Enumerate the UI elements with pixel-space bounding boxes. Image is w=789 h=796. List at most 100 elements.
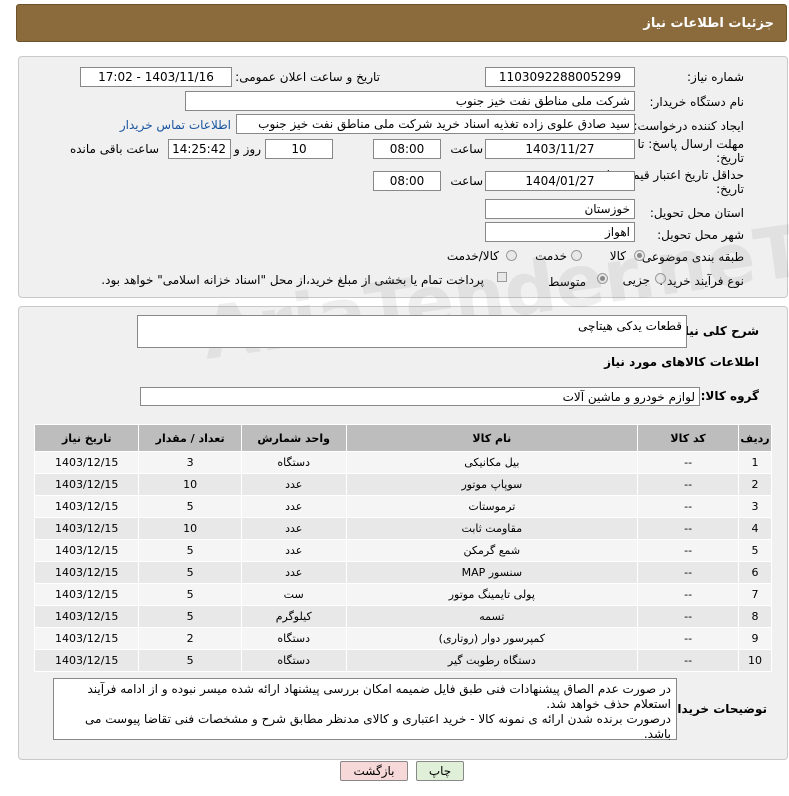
- cell-date: 1403/12/15: [33, 627, 140, 650]
- cell-date: 1403/12/15: [33, 561, 140, 584]
- page-header: جزئیات اطلاعات نیاز: [16, 4, 787, 42]
- category-option-both: کالا/خدمت: [446, 249, 499, 263]
- category-radio-service[interactable]: [571, 250, 582, 261]
- cell-name: تسمه: [345, 605, 639, 628]
- cell-date: 1403/12/15: [33, 649, 140, 672]
- days-label: روز و: [234, 142, 261, 156]
- table-row: 5 -- شمع گرمکن عدد 5 1403/12/15: [33, 539, 772, 562]
- group-label: گروه کالا:: [700, 389, 759, 403]
- validity-label-2: تاریخ:: [716, 182, 744, 196]
- cell-unit: دستگاه: [240, 649, 347, 672]
- requester-field[interactable]: سید صادق علوی زاده تغذیه اسناد خرید شرکت…: [236, 114, 635, 134]
- city-label: شهر محل تحویل:: [657, 228, 744, 242]
- deadline-time-label: ساعت: [450, 142, 483, 156]
- cell-date: 1403/12/15: [33, 451, 140, 474]
- remaining-label: ساعت باقی مانده: [69, 142, 159, 156]
- table-row: 6 -- سنسور MAP عدد 5 1403/12/15: [33, 561, 772, 584]
- table-row: 1 -- بیل مکانیکی دستگاه 3 1403/12/15: [33, 451, 772, 474]
- buyer-notes-label: توضیحات خریدار:: [665, 702, 767, 716]
- back-button[interactable]: بازگشت: [340, 761, 408, 781]
- need-number-field[interactable]: 1103092288005299: [485, 67, 635, 87]
- table-row: 3 -- ترموستات عدد 5 1403/12/15: [33, 495, 772, 518]
- table-row: 7 -- پولی تایمینگ موتور ست 5 1403/12/15: [33, 583, 772, 606]
- cell-code: --: [637, 583, 740, 606]
- page-title: جزئیات اطلاعات نیاز: [643, 15, 774, 31]
- cell-qty: 2: [138, 627, 242, 650]
- col-unit: واحد شمارش: [240, 424, 347, 452]
- cell-row: 1: [738, 451, 772, 474]
- requester-label: ایجاد کننده درخواست:: [633, 119, 744, 133]
- deadline-time-field[interactable]: 08:00: [373, 139, 441, 159]
- process-radio-medium[interactable]: [597, 273, 608, 284]
- cell-qty: 5: [138, 605, 242, 628]
- cell-name: پولی تایمینگ موتور: [345, 583, 639, 606]
- group-field[interactable]: لوازم خودرو و ماشین آلات: [140, 387, 700, 406]
- deadline-label: مهلت ارسال پاسخ: تا: [637, 137, 744, 151]
- cell-unit: ست: [240, 583, 347, 606]
- announce-field[interactable]: 1403/11/16 - 17:02: [80, 67, 232, 87]
- cell-code: --: [637, 605, 740, 628]
- cell-name: سوپاپ موتور: [345, 473, 639, 496]
- cell-date: 1403/12/15: [33, 473, 140, 496]
- col-row: ردیف: [738, 424, 772, 452]
- cell-name: دستگاه رطوبت گیر: [345, 649, 639, 672]
- cell-date: 1403/12/15: [33, 583, 140, 606]
- process-radio-minor[interactable]: [655, 273, 666, 284]
- cell-unit: عدد: [240, 517, 347, 540]
- cell-code: --: [637, 561, 740, 584]
- cell-row: 4: [738, 517, 772, 540]
- cell-row: 9: [738, 627, 772, 650]
- category-radio-both[interactable]: [506, 250, 517, 261]
- category-option-service: خدمت: [535, 249, 567, 263]
- col-code: کد کالا: [637, 424, 740, 452]
- process-option-medium: متوسط: [548, 275, 586, 289]
- items-table: ردیف کد کالا نام کالا واحد شمارش تعداد /…: [33, 424, 772, 672]
- cell-code: --: [637, 473, 740, 496]
- cell-row: 6: [738, 561, 772, 584]
- table-row: 2 -- سوپاپ موتور عدد 10 1403/12/15: [33, 473, 772, 496]
- cell-qty: 5: [138, 649, 242, 672]
- cell-code: --: [637, 517, 740, 540]
- cell-name: کمپرسور دوار (روتاری): [345, 627, 639, 650]
- buyer-field[interactable]: شرکت ملی مناطق نفت خیز جنوب: [185, 91, 635, 111]
- contact-link[interactable]: اطلاعات تماس خریدار: [120, 118, 231, 132]
- cell-code: --: [637, 649, 740, 672]
- province-field[interactable]: خوزستان: [485, 199, 635, 219]
- validity-date-field[interactable]: 1404/01/27: [485, 171, 635, 191]
- cell-name: ترموستات: [345, 495, 639, 518]
- table-row: 4 -- مقاومت ثابت عدد 10 1403/12/15: [33, 517, 772, 540]
- treasury-checkbox[interactable]: [497, 272, 507, 282]
- cell-unit: عدد: [240, 473, 347, 496]
- deadline-date-field[interactable]: 1403/11/27: [485, 139, 635, 159]
- validity-time-label: ساعت: [450, 174, 483, 188]
- table-row: 8 -- تسمه کیلوگرم 5 1403/12/15: [33, 605, 772, 628]
- cell-date: 1403/12/15: [33, 517, 140, 540]
- process-label: نوع فرآیند خرید :: [659, 274, 744, 288]
- cell-unit: عدد: [240, 561, 347, 584]
- payment-note: پرداخت تمام یا بخشی از مبلغ خرید،از محل …: [101, 273, 484, 287]
- announce-label: تاریخ و ساعت اعلان عمومی:: [235, 70, 380, 84]
- cell-name: بیل مکانیکی: [345, 451, 639, 474]
- remaining-time-field[interactable]: 14:25:42: [168, 139, 231, 159]
- col-name: نام کالا: [345, 424, 639, 452]
- validity-time-field[interactable]: 08:00: [373, 171, 441, 191]
- col-date: تاریخ نیاز: [33, 424, 140, 452]
- table-header-row: ردیف کد کالا نام کالا واحد شمارش تعداد /…: [33, 424, 772, 452]
- cell-name: سنسور MAP: [345, 561, 639, 584]
- cell-qty: 5: [138, 495, 242, 518]
- print-button[interactable]: چاپ: [416, 761, 464, 781]
- city-field[interactable]: اهواز: [485, 222, 635, 242]
- summary-field[interactable]: قطعات یدکی هیتاچی: [137, 315, 687, 348]
- buyer-notes-field[interactable]: در صورت عدم الصاق پیشنهادات فنی طبق فایل…: [53, 678, 677, 741]
- cell-unit: عدد: [240, 539, 347, 562]
- cell-qty: 5: [138, 583, 242, 606]
- cell-date: 1403/12/15: [33, 605, 140, 628]
- cell-qty: 10: [138, 517, 242, 540]
- cell-qty: 10: [138, 473, 242, 496]
- cell-code: --: [637, 495, 740, 518]
- category-radio-goods[interactable]: [634, 250, 645, 261]
- buyer-label: نام دستگاه خریدار:: [649, 95, 745, 109]
- buyer-notes-line: در صورت عدم الصاق پیشنهادات فنی طبق فایل…: [87, 682, 671, 696]
- cell-qty: 5: [138, 539, 242, 562]
- days-field[interactable]: 10: [265, 139, 333, 159]
